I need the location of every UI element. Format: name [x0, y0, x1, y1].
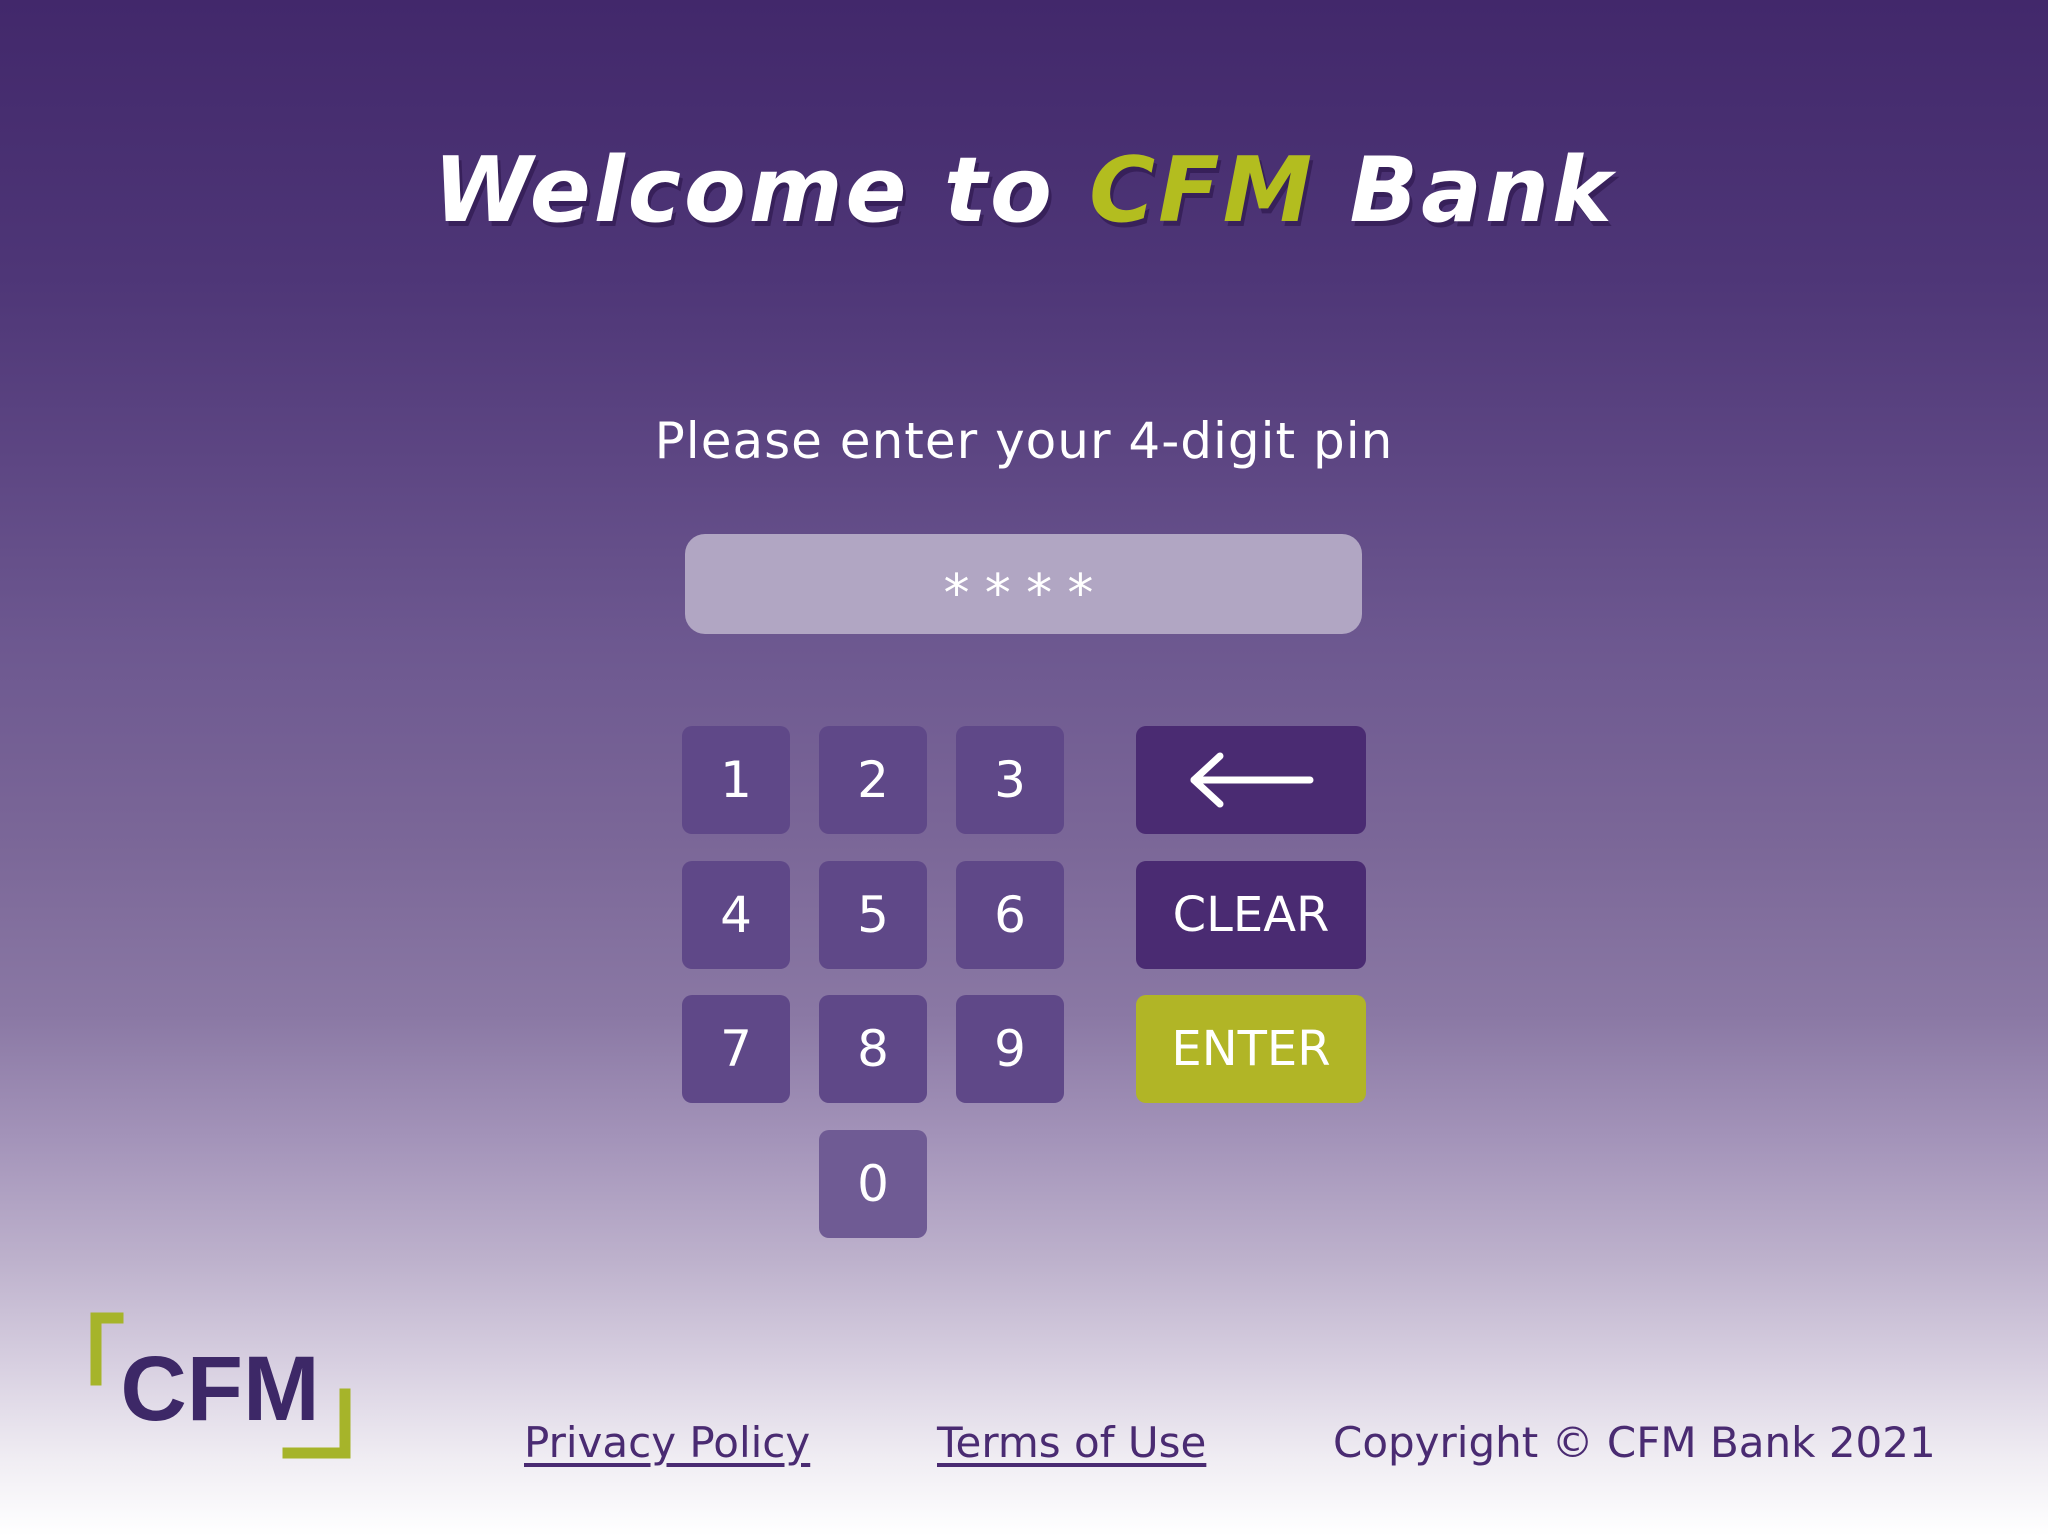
key-7[interactable]: 7	[682, 995, 790, 1103]
svg-text:CFM: CFM	[120, 1338, 319, 1440]
privacy-policy-link[interactable]: Privacy Policy	[524, 1418, 810, 1467]
left-arrow-icon	[1190, 752, 1314, 808]
key-3[interactable]: 3	[956, 726, 1064, 834]
cfm-logo: CFM	[90, 1312, 351, 1459]
terms-of-use-link[interactable]: Terms of Use	[937, 1418, 1206, 1467]
page-title: Welcome to CFM Bank	[0, 138, 2048, 243]
enter-button[interactable]: ENTER	[1136, 995, 1366, 1103]
title-brand: CFM	[1089, 138, 1316, 243]
copyright-text: Copyright © CFM Bank 2021	[1333, 1418, 1936, 1467]
key-2[interactable]: 2	[819, 726, 927, 834]
key-0[interactable]: 0	[819, 1130, 927, 1238]
pin-input[interactable]: ****	[685, 534, 1362, 634]
key-6[interactable]: 6	[956, 861, 1064, 969]
pin-prompt: Please enter your 4-digit pin	[654, 412, 1394, 470]
key-1[interactable]: 1	[682, 726, 790, 834]
title-suffix: Bank	[1315, 138, 1615, 243]
key-9[interactable]: 9	[956, 995, 1064, 1103]
key-4[interactable]: 4	[682, 861, 790, 969]
key-8[interactable]: 8	[819, 995, 927, 1103]
title-prefix: Welcome to	[433, 138, 1090, 243]
backspace-button[interactable]	[1136, 726, 1366, 834]
clear-button[interactable]: CLEAR	[1136, 861, 1366, 969]
key-5[interactable]: 5	[819, 861, 927, 969]
